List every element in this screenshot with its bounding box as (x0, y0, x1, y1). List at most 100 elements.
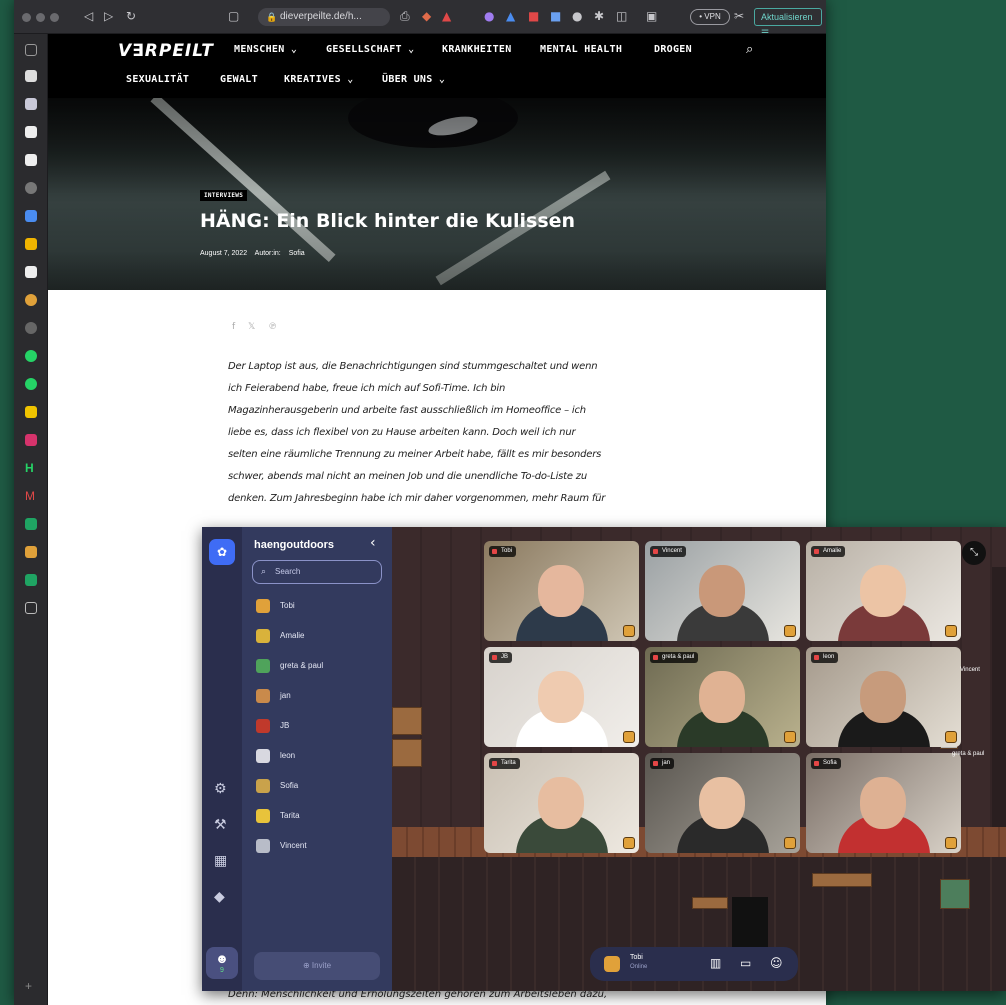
tools-icon[interactable]: ✂ (734, 9, 744, 23)
share-row: f 𝕏 ℗ (232, 322, 287, 332)
screen-share-icon[interactable]: ▭ (740, 956, 751, 970)
collapse-panel-button[interactable]: ‹ (370, 535, 376, 551)
add-icon[interactable]: + (25, 980, 37, 992)
nav-krankheiten[interactable]: KRANKHEITEN (442, 44, 512, 55)
participants-button[interactable]: ☻ 9 (206, 947, 238, 979)
video-tile[interactable]: Vincent (645, 541, 800, 641)
notion-icon[interactable] (25, 154, 37, 166)
emoji-icon[interactable]: ☺ (770, 956, 783, 970)
gmail-icon[interactable]: M (25, 490, 37, 502)
twitter-icon[interactable]: 𝕏 (248, 322, 255, 332)
window-zoom-button[interactable] (50, 13, 59, 22)
nav-menschen[interactable]: MENSCHEN ⌄ (234, 44, 297, 55)
app-icon[interactable] (25, 98, 37, 110)
video-name-label: Vincent (650, 546, 686, 557)
calendar-icon[interactable]: ▦ (214, 853, 227, 869)
nav-ueber-uns[interactable]: ÜBER UNS ⌄ (382, 74, 445, 85)
video-tile[interactable]: leon (806, 647, 961, 747)
drive-icon[interactable] (25, 238, 37, 250)
browser-toolbar: ◁ ▷ ↻ ▢ 🔒 dieverpeilte.de/h... ⎙ ◆ ▲ ● ▲… (14, 0, 826, 38)
app-icon[interactable] (25, 294, 37, 306)
instagram-icon[interactable] (25, 434, 37, 446)
nav-kreatives[interactable]: KREATIVES ⌄ (284, 74, 354, 85)
video-tile[interactable]: Amalie (806, 541, 961, 641)
app-icon[interactable] (25, 406, 37, 418)
video-avatar-badge (945, 837, 957, 849)
reload-icon[interactable]: ↻ (126, 9, 136, 23)
pinterest-icon[interactable]: ℗ (268, 322, 277, 332)
site-logo[interactable]: V∃RPEILT (118, 41, 214, 61)
search-icon[interactable]: ⌕ (746, 42, 753, 57)
extension-icon[interactable]: ● (572, 9, 582, 23)
article-line: denken. Zum Jahresbeginn habe ich mir da… (228, 493, 606, 504)
participants-panel: haengoutdoors ‹ ⌕ Search Tobi Amalie greta… (242, 527, 392, 991)
member-avatar (256, 749, 270, 763)
member-search-input[interactable]: ⌕ Search (252, 560, 382, 584)
app-icon[interactable] (25, 546, 37, 558)
hero-overlay (48, 98, 826, 290)
screenshot-icon[interactable] (25, 602, 37, 614)
member-name: Sofia (280, 781, 299, 790)
expand-video-button[interactable]: ⤡ (962, 541, 986, 565)
gather-bottom-bar: Tobi Online ▥ ▭ ☺ (590, 947, 798, 981)
app-icon[interactable]: H (25, 462, 37, 474)
article-author[interactable]: Sofia (289, 250, 305, 257)
extensions-puzzle-icon[interactable]: ✱ (594, 9, 604, 23)
video-tile[interactable]: Tarita (484, 753, 639, 853)
sidebar-toggle-icon[interactable]: ◫ (616, 9, 627, 23)
nav-gewalt[interactable]: GEWALT (220, 74, 258, 85)
map-counter (812, 873, 872, 887)
build-hammer-icon[interactable]: ⚒ (214, 817, 227, 833)
video-tile[interactable]: Sofia (806, 753, 961, 853)
video-tile[interactable]: greta & paul (645, 647, 800, 747)
shield-icon[interactable]: ▢ (228, 9, 239, 23)
notion-icon[interactable] (25, 126, 37, 138)
extension-icon[interactable]: ■ (550, 9, 561, 23)
vpn-badge[interactable]: • VPN (690, 9, 730, 25)
invite-button[interactable]: ⊕ Invite (254, 952, 380, 980)
notion-icon[interactable] (25, 266, 37, 278)
gather-logo-icon[interactable]: ✿ (209, 539, 235, 565)
video-avatar-badge (945, 731, 957, 743)
invite-label: Invite (311, 961, 332, 970)
nav-mental-health[interactable]: MENTAL HEALTH (540, 44, 622, 55)
app-icon[interactable] (25, 322, 37, 334)
address-bar[interactable]: 🔒 dieverpeilte.de/h... (258, 8, 390, 26)
app-icon[interactable] (25, 182, 37, 194)
map-icon[interactable]: ▥ (710, 956, 721, 970)
sheets-icon[interactable] (25, 518, 37, 530)
nav-sexualitaet[interactable]: SEXUALITÄT (126, 74, 189, 85)
video-person-face (699, 777, 745, 829)
chat-icon[interactable]: ◆ (214, 889, 225, 905)
facebook-icon[interactable]: f (232, 322, 235, 332)
settings-icon[interactable]: ⚙ (214, 781, 227, 797)
video-person-face (860, 777, 906, 829)
forward-icon[interactable]: ▷ (104, 9, 113, 23)
app-icon[interactable] (25, 210, 37, 222)
whatsapp-icon[interactable] (25, 350, 37, 362)
sheets-icon[interactable] (25, 574, 37, 586)
back-icon[interactable]: ◁ (84, 9, 93, 23)
rewards-icon[interactable]: ▲ (442, 9, 451, 23)
gather-map[interactable]: Tobi Vincent Amalie JB greta & paul leon Tarit… (392, 527, 1006, 991)
extension-icon[interactable]: ▲ (506, 9, 515, 23)
update-button[interactable]: Aktualisieren ☰ (754, 8, 822, 38)
extension-icon[interactable]: ■ (528, 9, 539, 23)
extension-icon[interactable]: ● (484, 9, 494, 23)
share-icon[interactable]: ⎙ (400, 9, 410, 23)
video-avatar-badge (784, 731, 796, 743)
window-minimize-button[interactable] (36, 13, 45, 22)
video-tile[interactable]: JB (484, 647, 639, 747)
video-tile[interactable]: jan (645, 753, 800, 853)
self-avatar[interactable] (604, 956, 620, 972)
wallet-icon[interactable]: ▣ (646, 9, 657, 23)
whatsapp-icon[interactable] (25, 378, 37, 390)
video-tile[interactable]: Tobi (484, 541, 639, 641)
sidebar-panel-icon[interactable] (25, 44, 37, 56)
nav-drogen[interactable]: DROGEN (654, 44, 692, 55)
window-close-button[interactable] (22, 13, 31, 22)
app-icon[interactable] (25, 70, 37, 82)
nav-gesellschaft[interactable]: GESELLSCHAFT ⌄ (326, 44, 415, 55)
brave-shield-icon[interactable]: ◆ (422, 9, 431, 23)
category-tag[interactable]: INTERVIEWS (200, 190, 248, 201)
